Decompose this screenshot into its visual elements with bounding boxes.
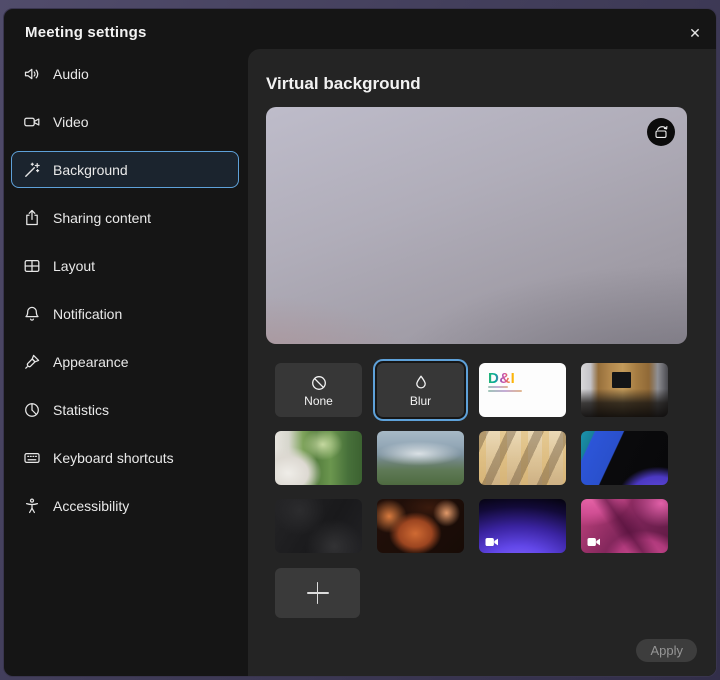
sidebar-item-label: Audio xyxy=(53,66,89,82)
flip-camera-icon xyxy=(653,124,669,140)
layout-grid-icon xyxy=(23,257,41,275)
add-background-row xyxy=(275,568,716,623)
bell-icon xyxy=(23,305,41,323)
background-thumbnail-pink-waves-video[interactable] xyxy=(581,499,668,553)
video-camera-badge-icon xyxy=(485,537,499,547)
sidebar-item-label: Keyboard shortcuts xyxy=(53,450,174,466)
accessibility-icon xyxy=(23,497,41,515)
sidebar-item-label: Sharing content xyxy=(53,210,151,226)
sidebar-item-accessibility[interactable]: Accessibility xyxy=(11,487,239,524)
sidebar-item-label: Appearance xyxy=(53,354,129,370)
sidebar-item-video[interactable]: Video xyxy=(11,103,239,140)
dni-logo-text: D&I xyxy=(488,370,515,387)
sidebar-item-label: Background xyxy=(53,162,128,178)
background-thumbnail-office-room[interactable] xyxy=(581,363,668,417)
background-option-blur[interactable]: Blur xyxy=(377,363,464,417)
speaker-icon xyxy=(23,65,41,83)
background-thumbnail-dni-logo[interactable]: D&I xyxy=(479,363,566,417)
dialog-title: Meeting settings xyxy=(25,24,147,41)
background-thumbnail-purple-gradient-video[interactable] xyxy=(479,499,566,553)
blur-drop-icon xyxy=(411,373,431,393)
title-bar[interactable]: Meeting settings ✕ xyxy=(4,9,716,53)
sidebar-item-label: Notification xyxy=(53,306,122,322)
none-icon xyxy=(309,373,329,393)
video-camera-badge-icon xyxy=(587,537,601,547)
sidebar-item-keyboard-shortcuts[interactable]: Keyboard shortcuts xyxy=(11,439,239,476)
sidebar-item-label: Video xyxy=(53,114,89,130)
thumbnail-label: Blur xyxy=(410,394,431,408)
sidebar-item-notification[interactable]: Notification xyxy=(11,295,239,332)
sidebar-item-label: Accessibility xyxy=(53,498,129,514)
sidebar-item-audio[interactable]: Audio xyxy=(11,55,239,92)
panel-title: Virtual background xyxy=(266,73,716,95)
keyboard-icon xyxy=(23,449,41,467)
sidebar-item-sharing-content[interactable]: Sharing content xyxy=(11,199,239,236)
thumbnail-label: None xyxy=(304,394,333,408)
background-thumbnail-blurred-mountains[interactable] xyxy=(377,431,464,485)
screen: Meeting settings ✕ Audio Video Backgroun… xyxy=(0,0,720,680)
close-button[interactable]: ✕ xyxy=(683,21,707,45)
sidebar-item-appearance[interactable]: Appearance xyxy=(11,343,239,380)
virtual-background-panel: Virtual background None Blur D&I xyxy=(248,49,716,676)
meeting-settings-dialog: Meeting settings ✕ Audio Video Backgroun… xyxy=(3,8,717,677)
sidebar-item-background[interactable]: Background xyxy=(11,151,239,188)
sidebar-item-label: Statistics xyxy=(53,402,109,418)
background-thumbnail-grid: None Blur D&I xyxy=(275,363,668,553)
add-background-button[interactable] xyxy=(275,568,360,618)
close-icon: ✕ xyxy=(689,25,701,42)
dni-caption-lines xyxy=(488,386,522,392)
paintbrush-icon xyxy=(23,353,41,371)
camera-preview xyxy=(266,107,687,344)
background-thumbnail-window-light[interactable] xyxy=(479,431,566,485)
pie-chart-icon xyxy=(23,401,41,419)
background-thumbnail-living-room[interactable] xyxy=(275,431,362,485)
background-thumbnail-dark-waves[interactable] xyxy=(275,499,362,553)
sidebar-item-label: Layout xyxy=(53,258,95,274)
background-thumbnail-abstract-blue-purple[interactable] xyxy=(581,431,668,485)
sidebar-item-layout[interactable]: Layout xyxy=(11,247,239,284)
share-icon xyxy=(23,209,41,227)
magic-wand-icon xyxy=(23,161,41,179)
apply-button[interactable]: Apply xyxy=(636,639,697,662)
background-option-none[interactable]: None xyxy=(275,363,362,417)
video-camera-icon xyxy=(23,113,41,131)
mirror-video-button[interactable] xyxy=(647,118,675,146)
settings-sidebar: Audio Video Background Sharing content L… xyxy=(11,55,239,535)
background-thumbnail-orange-marble[interactable] xyxy=(377,499,464,553)
sidebar-item-statistics[interactable]: Statistics xyxy=(11,391,239,428)
